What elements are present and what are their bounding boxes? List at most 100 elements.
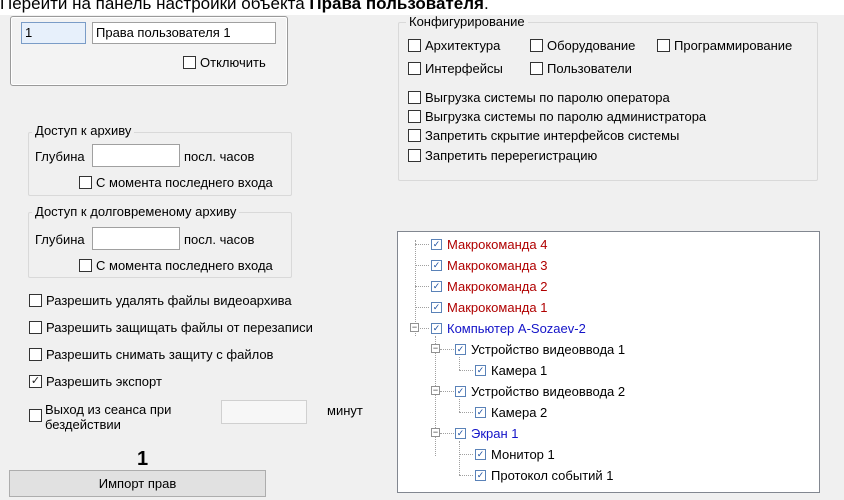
config-users-checkbox[interactable]: Пользователи xyxy=(530,61,632,76)
tree-line xyxy=(459,357,460,370)
config-unload-admin-label: Выгрузка системы по паролю администратор… xyxy=(425,109,707,124)
permission-protect-files-checkbox[interactable]: Разрешить защищать файлы от перезаписи xyxy=(29,320,313,335)
config-hardware-checkbox[interactable]: Оборудование xyxy=(530,38,635,53)
configuration-title: Конфигурирование xyxy=(406,15,528,29)
tree-node-label: Камера 2 xyxy=(491,404,548,420)
config-interfaces-box[interactable] xyxy=(408,62,421,75)
object-id-field[interactable]: 1 xyxy=(21,22,86,44)
tree-line xyxy=(415,244,429,245)
tree-node-macro-1[interactable]: ✓ Макрокоманда 1 xyxy=(431,299,547,315)
permission-delete-files-box[interactable] xyxy=(29,294,42,307)
config-programming-checkbox[interactable]: Программирование xyxy=(657,38,792,53)
config-forbid-hide-label: Запретить скрытие интерфейсов системы xyxy=(425,128,680,143)
config-forbid-reregistration-label: Запретить перерегистрацию xyxy=(425,148,598,163)
permission-protect-files-box[interactable] xyxy=(29,321,42,334)
config-users-box[interactable] xyxy=(530,62,543,75)
tree-node-label: Монитор 1 xyxy=(491,446,555,462)
longterm-since-last-login-label: С момента последнего входа xyxy=(96,258,273,273)
longterm-since-last-login-checkbox[interactable]: С момента последнего входа xyxy=(79,258,273,273)
config-forbid-reregistration-box[interactable] xyxy=(408,149,421,162)
longterm-depth-input[interactable] xyxy=(92,227,180,250)
config-unload-admin-box[interactable] xyxy=(408,110,421,123)
config-architecture-checkbox[interactable]: Архитектура xyxy=(408,38,500,53)
idle-logout-label-line2: бездействии xyxy=(45,417,121,432)
config-programming-box[interactable] xyxy=(657,39,670,52)
config-unload-operator-label: Выгрузка системы по паролю оператора xyxy=(425,90,670,105)
permission-delete-files-checkbox[interactable]: Разрешить удалять файлы видеоархива xyxy=(29,293,292,308)
instruction-text-bold: Права пользователя xyxy=(309,0,484,13)
collapse-icon[interactable]: − xyxy=(431,428,440,437)
config-forbid-hide-checkbox[interactable]: Запретить скрытие интерфейсов системы xyxy=(408,128,679,143)
disable-checkbox[interactable]: Отключить xyxy=(183,55,266,70)
tree-line xyxy=(459,412,473,413)
tree-node-monitor[interactable]: ✓ Монитор 1 xyxy=(475,446,555,462)
tree-checkbox[interactable]: ✓ xyxy=(475,448,486,460)
tree-node-macro-2[interactable]: ✓ Макрокоманда 2 xyxy=(431,278,547,294)
config-architecture-box[interactable] xyxy=(408,39,421,52)
tree-node-label: Камера 1 xyxy=(491,362,548,378)
archive-since-last-login-box[interactable] xyxy=(79,176,92,189)
tree-checkbox[interactable]: ✓ xyxy=(431,259,442,271)
instruction-text-plain: Перейти на панель настройки объекта xyxy=(0,0,310,13)
tree-checkbox[interactable]: ✓ xyxy=(431,322,442,334)
tree-node-label: Макрокоманда 1 xyxy=(447,299,548,315)
permission-delete-files-label: Разрешить удалять файлы видеоархива xyxy=(46,293,292,308)
idle-logout-minutes-input[interactable] xyxy=(221,400,307,424)
config-unload-operator-box[interactable] xyxy=(408,91,421,104)
config-users-label: Пользователи xyxy=(547,61,632,76)
tree-checkbox[interactable]: ✓ xyxy=(431,280,442,292)
config-hardware-box[interactable] xyxy=(530,39,543,52)
collapse-icon[interactable]: − xyxy=(431,386,440,395)
config-forbid-hide-box[interactable] xyxy=(408,129,421,142)
longterm-since-last-login-box[interactable] xyxy=(79,259,92,272)
tree-checkbox[interactable]: ✓ xyxy=(455,343,466,355)
tree-node-computer[interactable]: ✓ Компьютер A-Sozaev-2 xyxy=(431,320,586,336)
config-forbid-reregistration-checkbox[interactable]: Запретить перерегистрацию xyxy=(408,148,597,163)
tree-node-camera-1[interactable]: ✓ Камера 1 xyxy=(475,362,547,378)
archive-depth-label: Глубина xyxy=(35,149,85,164)
tree-checkbox[interactable]: ✓ xyxy=(455,427,466,439)
tree-node-label: Макрокоманда 3 xyxy=(447,257,548,273)
tree-checkbox[interactable]: ✓ xyxy=(475,364,486,376)
tree-node-label: Протокол событий 1 xyxy=(491,467,614,483)
idle-logout-checkbox[interactable] xyxy=(29,409,46,422)
tree-node-screen[interactable]: ✓ Экран 1 xyxy=(455,425,519,441)
permission-protect-files-label: Разрешить защищать файлы от перезаписи xyxy=(46,320,313,335)
tree-node-label: Макрокоманда 2 xyxy=(447,278,548,294)
tree-checkbox[interactable]: ✓ xyxy=(475,406,486,418)
tree-node-capture-device-2[interactable]: ✓ Устройство видеоввода 2 xyxy=(455,383,625,399)
import-rights-button[interactable]: Импорт прав xyxy=(9,470,266,497)
tree-checkbox[interactable]: ✓ xyxy=(455,385,466,397)
permission-export-checkbox[interactable]: ✓ Разрешить экспорт xyxy=(29,374,162,389)
disable-checkbox-box[interactable] xyxy=(183,56,196,69)
tree-node-label: Устройство видеоввода 1 xyxy=(471,341,626,357)
collapse-icon[interactable]: − xyxy=(410,323,419,332)
tree-node-capture-device-1[interactable]: ✓ Устройство видеоввода 1 xyxy=(455,341,625,357)
permission-unprotect-files-box[interactable] xyxy=(29,348,42,361)
archive-access-title: Доступ к архиву xyxy=(32,124,135,138)
objects-tree[interactable]: ✓ Макрокоманда 4 ✓ Макрокоманда 3 ✓ Макр… xyxy=(397,231,820,493)
archive-since-last-login-checkbox[interactable]: С момента последнего входа xyxy=(79,175,273,190)
collapse-icon[interactable]: − xyxy=(431,344,440,353)
config-unload-operator-checkbox[interactable]: Выгрузка системы по паролю оператора xyxy=(408,90,670,105)
object-name-field[interactable]: Права пользователя 1 xyxy=(92,22,276,44)
tree-node-label: Макрокоманда 4 xyxy=(447,236,548,252)
tree-node-event-log[interactable]: ✓ Протокол событий 1 xyxy=(475,467,614,483)
tree-node-camera-2[interactable]: ✓ Камера 2 xyxy=(475,404,547,420)
config-unload-admin-checkbox[interactable]: Выгрузка системы по паролю администратор… xyxy=(408,109,706,124)
tree-checkbox[interactable]: ✓ xyxy=(431,238,442,250)
idle-logout-label-line1: Выход из сеанса при xyxy=(45,402,172,417)
archive-depth-input[interactable] xyxy=(92,144,180,167)
tree-line xyxy=(415,307,429,308)
user-rights-panel: 1 Права пользователя 1 Отключить Доступ … xyxy=(0,15,844,500)
permission-unprotect-files-checkbox[interactable]: Разрешить снимать защиту с файлов xyxy=(29,347,273,362)
permission-export-box[interactable]: ✓ xyxy=(29,375,42,388)
config-interfaces-checkbox[interactable]: Интерфейсы xyxy=(408,61,503,76)
tree-line xyxy=(440,433,454,434)
tree-node-macro-3[interactable]: ✓ Макрокоманда 3 xyxy=(431,257,547,273)
idle-logout-box[interactable] xyxy=(29,409,42,422)
tree-checkbox[interactable]: ✓ xyxy=(475,469,486,481)
tree-line xyxy=(440,391,454,392)
tree-checkbox[interactable]: ✓ xyxy=(431,301,442,313)
tree-node-macro-4[interactable]: ✓ Макрокоманда 4 xyxy=(431,236,547,252)
